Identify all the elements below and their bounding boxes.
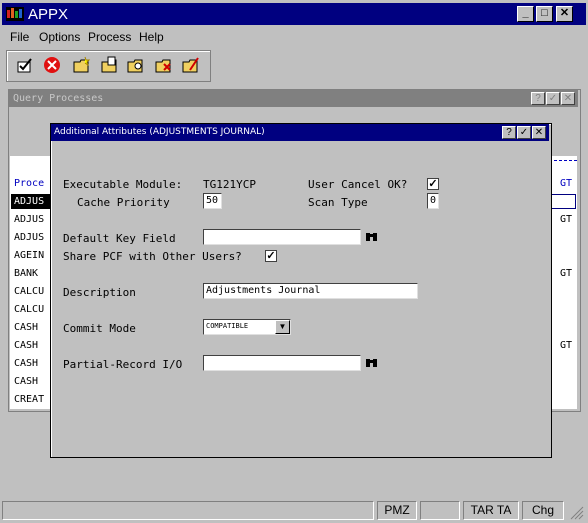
binoculars-icon[interactable] [364,229,379,244]
list-item[interactable]: ADJUS [14,232,44,243]
window-title: APPX [28,6,69,23]
right-cell: GT [560,268,573,279]
folder-new-icon[interactable] [73,56,91,74]
list-item[interactable]: CASH [14,376,38,387]
user-cancel-checkbox[interactable]: ✓ [427,178,439,190]
status-tar: TAR TA [463,501,519,520]
list-item[interactable]: ADJUS [14,196,44,207]
binoculars-icon[interactable] [364,355,379,370]
minimize-button[interactable]: _ [517,6,534,22]
menu-help[interactable]: Help [139,30,164,44]
qp-close-button[interactable]: ✕ [561,92,575,105]
list-item[interactable]: BANK [14,268,38,279]
maximize-button[interactable]: □ [536,6,553,22]
share-pcf-label: Share PCF with Other Users? [63,250,242,263]
list-item[interactable]: AGEIN [14,250,44,261]
grip-icon [570,506,584,520]
status-pmz: PMZ [377,501,417,520]
dialog-help-button[interactable]: ? [502,126,516,139]
appx-logo-icon [6,7,24,21]
chevron-down-icon[interactable]: ▼ [275,320,290,334]
check-icon[interactable] [16,56,34,74]
resize-grip[interactable] [567,503,585,520]
list-item[interactable]: CASH [14,322,38,333]
list-item[interactable]: CALCU [14,304,44,315]
folder-find-icon[interactable] [127,56,145,74]
description-label: Description [63,286,136,299]
user-cancel-label: User Cancel OK? [308,178,408,191]
scan-type-label: Scan Type [308,196,368,209]
right-cell: GT [560,340,573,351]
right-cell-selected [550,194,576,209]
right-column-header: GT [560,178,573,189]
menu-process[interactable]: Process [88,30,131,44]
list-item[interactable]: CASH [14,340,38,351]
list-item[interactable]: ADJUS [14,214,44,225]
list-item[interactable]: CASH [14,358,38,369]
status-chg: Chg [522,501,564,520]
list-item[interactable]: CALCU [14,286,44,297]
list-item[interactable]: CREAT [14,394,44,405]
dialog-title: Additional Attributes (ADJUSTMENTS JOURN… [54,127,265,137]
description-field[interactable]: Adjustments Journal [203,283,418,299]
window-titlebar[interactable] [2,3,586,25]
qp-ok-button[interactable]: ✓ [546,92,560,105]
dialog-close-button[interactable]: ✕ [532,126,546,139]
status-main [2,501,374,520]
process-column-header: Proce [14,178,45,189]
close-button[interactable]: ✕ [556,6,573,22]
executable-module-value: TG121YCP [203,178,256,191]
folder-delete-icon[interactable] [155,56,173,74]
share-pcf-checkbox[interactable]: ✓ [265,250,277,262]
status-blank [420,501,460,520]
default-key-field[interactable] [203,229,361,245]
cache-priority-label: Cache Priority [77,196,170,209]
folder-open-icon[interactable] [101,56,119,74]
dialog-ok-button[interactable]: ✓ [517,126,531,139]
partial-record-field[interactable] [203,355,361,371]
menu-options[interactable]: Options [39,30,80,44]
executable-module-label: Executable Module: [63,178,183,191]
scan-type-field[interactable]: 0 [427,193,439,209]
folder-edit-icon[interactable] [182,56,200,74]
query-processes-title: Query Processes [13,93,104,104]
cache-priority-field[interactable]: 50 [203,193,222,209]
default-key-label: Default Key Field [63,232,176,245]
commit-mode-label: Commit Mode [63,322,136,335]
right-cell: GT [560,214,573,225]
partial-record-label: Partial-Record I/O [63,358,183,371]
menu-file[interactable]: File [10,30,29,44]
column-divider [549,160,577,161]
qp-help-button[interactable]: ? [531,92,545,105]
cancel-icon[interactable] [43,56,61,74]
